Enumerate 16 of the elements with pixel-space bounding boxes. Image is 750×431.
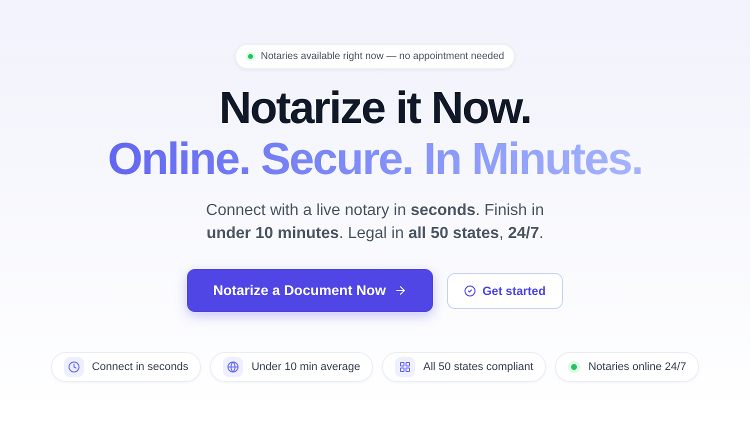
status-dot-icon bbox=[246, 52, 255, 61]
status-dot-icon bbox=[568, 361, 580, 373]
announcement-text: Notaries available right now — no appointment needed bbox=[260, 50, 504, 64]
grid-icon bbox=[395, 357, 416, 377]
feature-label: Under 10 min average bbox=[251, 360, 360, 375]
feature-label: Notaries online 24/7 bbox=[588, 360, 686, 375]
feature-label: Connect in seconds bbox=[92, 360, 188, 375]
clock-icon bbox=[64, 357, 84, 377]
check-circle-icon bbox=[464, 284, 476, 296]
notarize-button[interactable]: Notarize a Document Now bbox=[187, 269, 433, 312]
headline: Notarize it Now. bbox=[219, 83, 531, 133]
arrow-right-icon bbox=[394, 284, 407, 297]
globe-icon bbox=[223, 357, 244, 377]
feature-label: All 50 states compliant bbox=[423, 360, 534, 375]
get-started-button[interactable]: Get started bbox=[447, 272, 563, 308]
subtitle: Connect with a live notary in seconds. Finish in under 10 minutes. Legal in all 50 states, 24/7. bbox=[205, 201, 545, 244]
